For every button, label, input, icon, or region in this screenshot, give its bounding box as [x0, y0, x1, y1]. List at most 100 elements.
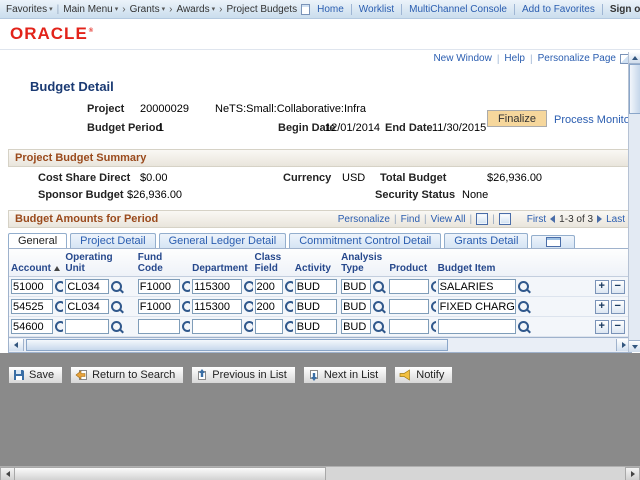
- lookup-icon[interactable]: [55, 281, 64, 292]
- column-header-account[interactable]: Account: [9, 249, 64, 277]
- column-header-operating-unit[interactable]: Operating Unit: [63, 249, 136, 277]
- scroll-up-button[interactable]: [629, 52, 640, 64]
- lookup-icon[interactable]: [181, 321, 191, 332]
- operating-unit-input[interactable]: [65, 319, 110, 334]
- process-monitor-link[interactable]: Process Monitor: [554, 114, 633, 126]
- operating-unit-input[interactable]: [65, 299, 110, 314]
- last-link[interactable]: Last: [606, 214, 625, 225]
- zoom-grid-icon[interactable]: [476, 213, 489, 225]
- tab-commitment-control-detail[interactable]: Commitment Control Detail: [289, 233, 442, 248]
- lookup-icon[interactable]: [517, 301, 529, 312]
- personalize-page-link[interactable]: Personalize Page: [538, 53, 616, 64]
- lookup-icon[interactable]: [244, 301, 253, 312]
- lookup-icon[interactable]: [373, 281, 385, 292]
- grid-scroll-left-button[interactable]: [9, 339, 24, 351]
- product-input[interactable]: [389, 299, 430, 314]
- analysis-type-input[interactable]: [341, 319, 372, 334]
- tab-project-detail[interactable]: Project Detail: [70, 233, 156, 248]
- lookup-icon[interactable]: [517, 281, 529, 292]
- lookup-icon[interactable]: [244, 321, 253, 332]
- lookup-icon[interactable]: [244, 281, 253, 292]
- lookup-icon[interactable]: [55, 321, 64, 332]
- lookup-icon[interactable]: [111, 321, 123, 332]
- help-link[interactable]: Help: [504, 53, 525, 64]
- activity-input[interactable]: [294, 279, 337, 294]
- class-field-input[interactable]: [254, 279, 283, 294]
- lookup-icon[interactable]: [181, 281, 191, 292]
- save-button[interactable]: Save: [8, 366, 64, 384]
- budget-item-input[interactable]: [437, 319, 516, 334]
- delete-row-button[interactable]: [610, 279, 625, 294]
- show-all-columns-tab[interactable]: [531, 235, 576, 248]
- next-page-arrow-icon[interactable]: [597, 215, 603, 223]
- add-row-button[interactable]: [594, 319, 609, 334]
- vertical-scroll-thumb[interactable]: [629, 64, 640, 114]
- lookup-icon[interactable]: [284, 301, 293, 312]
- scroll-right-button[interactable]: [625, 467, 640, 480]
- account-input[interactable]: [11, 299, 53, 314]
- scroll-down-button[interactable]: [629, 340, 640, 352]
- class-field-input[interactable]: [254, 319, 283, 334]
- activity-input[interactable]: [294, 299, 337, 314]
- add-to-favorites-link[interactable]: Add to Favorites: [514, 3, 602, 15]
- return-to-search-button[interactable]: Return to Search: [70, 366, 185, 384]
- tab-grants-detail[interactable]: Grants Detail: [444, 233, 529, 248]
- budget-item-input[interactable]: [437, 299, 516, 314]
- account-input[interactable]: [11, 279, 53, 294]
- find-link[interactable]: Find: [401, 214, 420, 225]
- home-link[interactable]: Home: [310, 4, 351, 15]
- class-field-input[interactable]: [254, 299, 283, 314]
- activity-input[interactable]: [294, 319, 337, 334]
- lookup-icon[interactable]: [111, 281, 123, 292]
- department-input[interactable]: [192, 279, 243, 294]
- department-input[interactable]: [192, 319, 243, 334]
- column-header-class-field[interactable]: Class Field: [252, 249, 293, 277]
- first-link[interactable]: First: [527, 214, 546, 225]
- fund-code-input[interactable]: [137, 299, 180, 314]
- analysis-type-input[interactable]: [341, 299, 372, 314]
- sign-out-link[interactable]: Sign out: [601, 3, 640, 15]
- analysis-type-input[interactable]: [341, 279, 372, 294]
- add-row-button[interactable]: [594, 299, 609, 314]
- column-header-department[interactable]: Department: [190, 249, 253, 277]
- product-input[interactable]: [389, 319, 430, 334]
- previous-in-list-button[interactable]: Previous in List: [191, 366, 296, 384]
- view-all-link[interactable]: View All: [431, 214, 466, 225]
- previous-page-arrow-icon[interactable]: [550, 215, 556, 223]
- breadcrumb-main-menu[interactable]: Main Menu: [63, 4, 118, 15]
- lookup-icon[interactable]: [181, 301, 191, 312]
- scroll-left-button[interactable]: [0, 467, 15, 480]
- next-in-list-button[interactable]: Next in List: [302, 366, 388, 384]
- lookup-icon[interactable]: [284, 321, 293, 332]
- breadcrumb-project-budgets[interactable]: Project Budgets: [226, 4, 297, 15]
- new-window-link[interactable]: New Window: [433, 53, 491, 64]
- lookup-icon[interactable]: [431, 301, 436, 312]
- product-input[interactable]: [389, 279, 430, 294]
- column-header-fund-code[interactable]: Fund Code: [135, 249, 191, 277]
- breadcrumb-awards[interactable]: Awards: [176, 4, 215, 15]
- fund-code-input[interactable]: [137, 319, 180, 334]
- account-input[interactable]: [11, 319, 53, 334]
- lookup-icon[interactable]: [373, 301, 385, 312]
- multichannel-console-link[interactable]: MultiChannel Console: [401, 3, 514, 15]
- lookup-icon[interactable]: [373, 321, 385, 332]
- finalize-button[interactable]: Finalize: [487, 110, 547, 127]
- column-header-activity[interactable]: Activity: [292, 249, 340, 277]
- add-row-button[interactable]: [594, 279, 609, 294]
- worklist-link[interactable]: Worklist: [350, 3, 401, 15]
- lookup-icon[interactable]: [431, 321, 436, 332]
- breadcrumb-grants[interactable]: Grants: [130, 4, 166, 15]
- lookup-icon[interactable]: [517, 321, 529, 332]
- delete-row-button[interactable]: [610, 299, 625, 314]
- lookup-icon[interactable]: [111, 301, 123, 312]
- personalize-link[interactable]: Personalize: [338, 214, 390, 225]
- budget-item-input[interactable]: [437, 279, 516, 294]
- lookup-icon[interactable]: [431, 281, 436, 292]
- operating-unit-input[interactable]: [65, 279, 110, 294]
- tab-general-ledger-detail[interactable]: General Ledger Detail: [158, 233, 287, 248]
- download-grid-icon[interactable]: [498, 213, 511, 225]
- horizontal-scroll-thumb[interactable]: [14, 467, 326, 480]
- tab-general[interactable]: General: [8, 233, 68, 248]
- column-header-product[interactable]: Product: [387, 249, 436, 277]
- lookup-icon[interactable]: [284, 281, 293, 292]
